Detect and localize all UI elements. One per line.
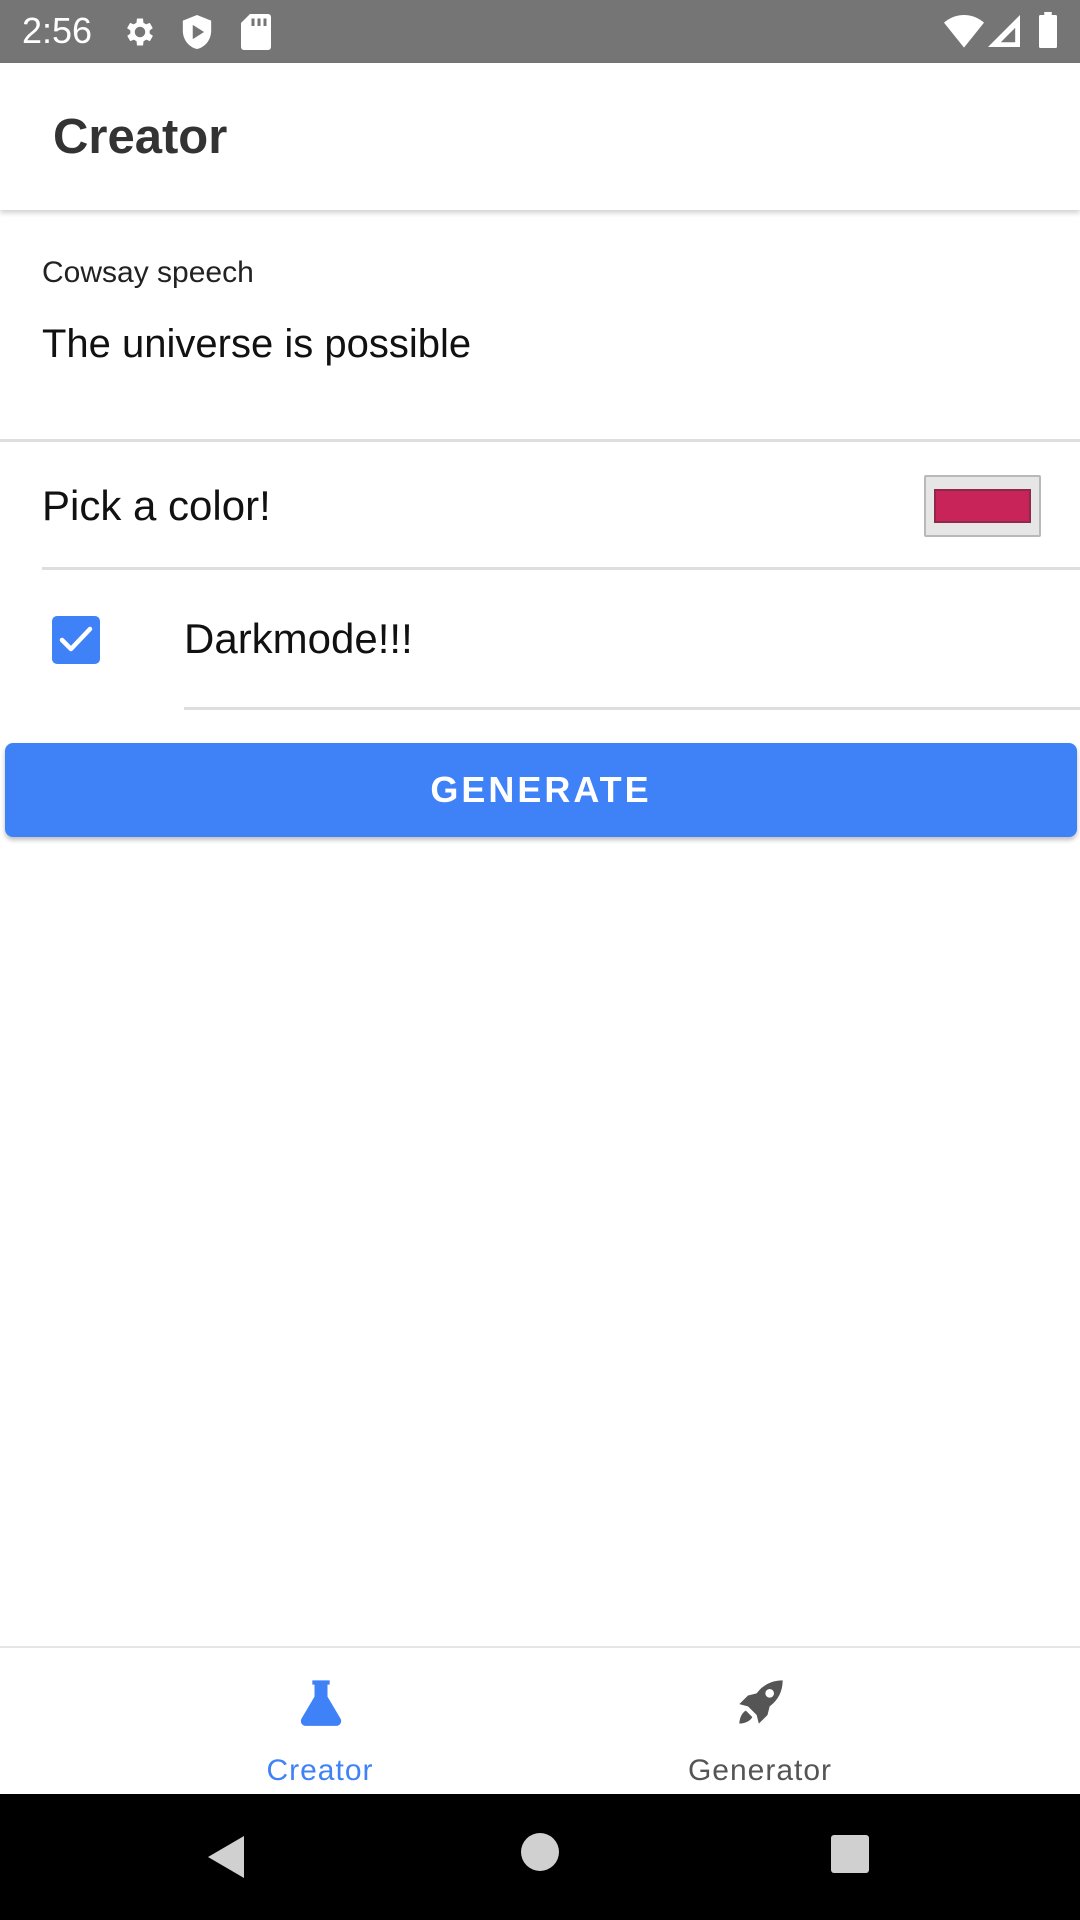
page-title: Creator <box>53 110 228 164</box>
color-swatch <box>934 489 1031 523</box>
speech-input-label: Cowsay speech <box>42 256 254 289</box>
color-picker-label: Pick a color! <box>42 482 271 529</box>
back-icon[interactable] <box>204 1834 246 1885</box>
flask-icon <box>295 1676 347 1733</box>
darkmode-checkbox[interactable] <box>52 616 100 664</box>
wifi-icon <box>944 14 984 53</box>
tab-creator[interactable]: Creator <box>100 1648 540 1796</box>
color-picker-row: Pick a color! <box>0 444 1080 570</box>
tab-creator-label: Creator <box>266 1754 374 1787</box>
checkmark-icon <box>59 626 93 652</box>
divider <box>184 707 1080 710</box>
darkmode-label: Darkmode!!! <box>184 615 413 662</box>
rocket-icon <box>735 1676 787 1733</box>
status-bar: 2:56 <box>0 0 1080 63</box>
speech-input[interactable]: The universe is possible <box>42 322 471 367</box>
tab-generator-label: Generator <box>687 1754 833 1787</box>
speech-input-field[interactable]: Cowsay speech The universe is possible <box>0 212 1080 442</box>
signal-icon <box>988 14 1020 53</box>
sd-card-icon <box>241 14 271 55</box>
generate-button[interactable]: GENERATE <box>5 743 1077 837</box>
settings-icon <box>122 14 158 55</box>
app-bar: Creator <box>0 63 1080 210</box>
shield-icon <box>180 13 214 56</box>
recents-icon[interactable] <box>830 1834 870 1879</box>
home-icon[interactable] <box>520 1832 560 1877</box>
darkmode-row: Darkmode!!! <box>0 570 1080 710</box>
bottom-tab-bar: Creator Generator <box>0 1646 1080 1794</box>
battery-icon <box>1038 12 1058 53</box>
navigation-bar <box>0 1794 1080 1920</box>
status-time: 2:56 <box>22 10 93 51</box>
tab-generator[interactable]: Generator <box>540 1648 980 1796</box>
color-picker-button[interactable] <box>924 475 1041 537</box>
